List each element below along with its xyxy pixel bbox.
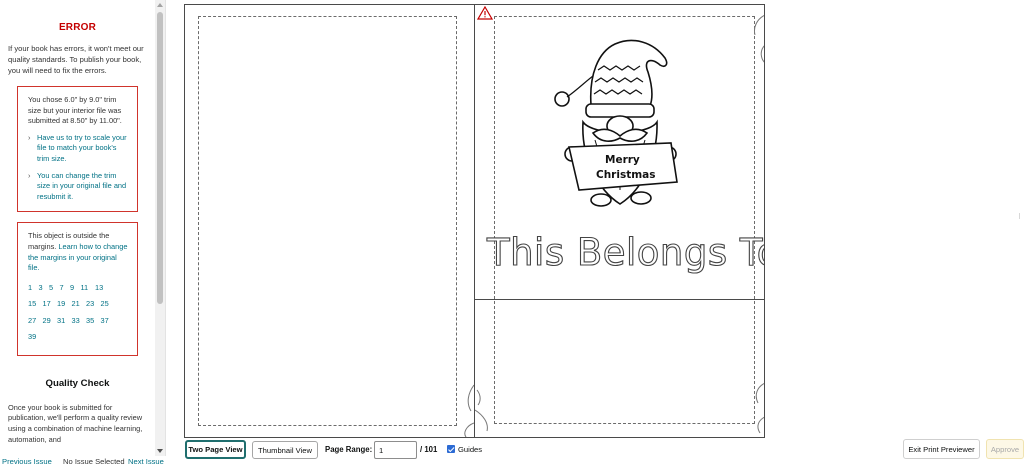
next-issue-link[interactable]: Next Issue [128,457,164,466]
left-page-border-art [464,384,474,437]
left-page [185,5,474,437]
quality-check-description: Once your book is submitted for publicat… [8,402,143,444]
scroll-down-arrow-icon[interactable] [157,449,163,453]
pages-row: 39 [28,329,129,346]
page-link[interactable]: 25 [101,296,116,313]
page-link[interactable]: 7 [60,280,71,297]
page-range-input[interactable] [374,441,417,459]
edge-scroll-indicator [1019,213,1022,219]
change-trim-size-link[interactable]: › You can change the trim size in your o… [28,171,129,203]
sidebar-scrollbar[interactable] [155,0,165,456]
issue-card-margins[interactable]: This object is outside the margins. Lear… [17,222,138,356]
page-link[interactable]: 39 [28,329,43,346]
page-link[interactable]: 17 [43,296,58,313]
scroll-up-arrow-icon[interactable] [157,3,163,7]
page-link[interactable]: 31 [57,313,72,330]
thumbnail-view-button[interactable]: Thumbnail View [252,441,318,459]
page-link[interactable]: 35 [86,313,101,330]
page-link[interactable]: 5 [49,280,60,297]
page-link[interactable]: 27 [28,313,43,330]
scrollbar-thumb[interactable] [157,12,163,304]
previous-issue-link[interactable]: Previous Issue [2,457,52,466]
chevron-right-icon: › [28,170,31,180]
issue-card-trim-size[interactable]: You chose 6.0" by 9.0" trim size but you… [17,86,138,213]
pages-row: 15 17 19 21 23 25 [28,296,129,313]
page-link[interactable]: 15 [28,296,43,313]
page-range-label: Page Range: [325,445,373,454]
page-link[interactable]: 21 [72,296,87,313]
page-link[interactable]: 1 [28,280,39,297]
error-description: If your book has errors, it won't meet o… [8,44,144,75]
page-preview-spread: Merry Christmas This Belongs To [184,4,765,438]
two-page-view-button[interactable]: Two Page View [185,440,246,459]
error-title: ERROR [58,22,97,33]
issue-trim-size-text: You chose 6.0" by 9.0" trim size but you… [28,95,122,126]
issue-navigation: Previous Issue No Issue Selected Next Is… [0,457,170,469]
issue-margins-text: This object is outside the margins. Lear… [28,231,129,273]
issue-selection-status: No Issue Selected [63,457,125,466]
page-link[interactable]: 9 [70,280,81,297]
affected-pages-list: 1 3 5 7 9 11 13 15 17 19 21 23 25 27 29 … [28,280,129,346]
quality-check-title: Quality Check [45,377,110,389]
scale-file-link[interactable]: › Have us to try to scale your file to m… [28,133,129,165]
page-link[interactable]: 3 [39,280,50,297]
change-trim-size-link-label: You can change the trim size in your ori… [37,170,127,201]
approve-button[interactable]: Approve [986,439,1024,459]
page-link[interactable]: 13 [95,280,110,297]
page-link[interactable]: 11 [81,280,96,297]
pages-row: 27 29 31 33 35 37 [28,313,129,330]
issues-sidebar-content: ERROR If your book has errors, it won't … [0,0,155,445]
page-link[interactable]: 19 [57,296,72,313]
issues-sidebar[interactable]: ERROR If your book has errors, it won't … [0,0,166,456]
right-page: Merry Christmas This Belongs To [474,5,764,437]
pages-row: 1 3 5 7 9 11 13 [28,280,129,297]
exit-print-previewer-button[interactable]: Exit Print Previewer [903,439,980,459]
print-previewer: ERROR If your book has errors, it won't … [0,0,1024,469]
page-link[interactable]: 23 [86,296,101,313]
page-link[interactable]: 29 [43,313,58,330]
guides-label[interactable]: Guides [458,445,482,454]
right-page-border-art [475,15,764,434]
chevron-right-icon: › [28,132,31,142]
guides-checkbox[interactable] [447,445,455,453]
page-total: / 101 [420,445,438,454]
page-link[interactable]: 33 [72,313,87,330]
page-link[interactable]: 37 [101,313,116,330]
scale-file-link-label: Have us to try to scale your file to mat… [37,132,127,163]
